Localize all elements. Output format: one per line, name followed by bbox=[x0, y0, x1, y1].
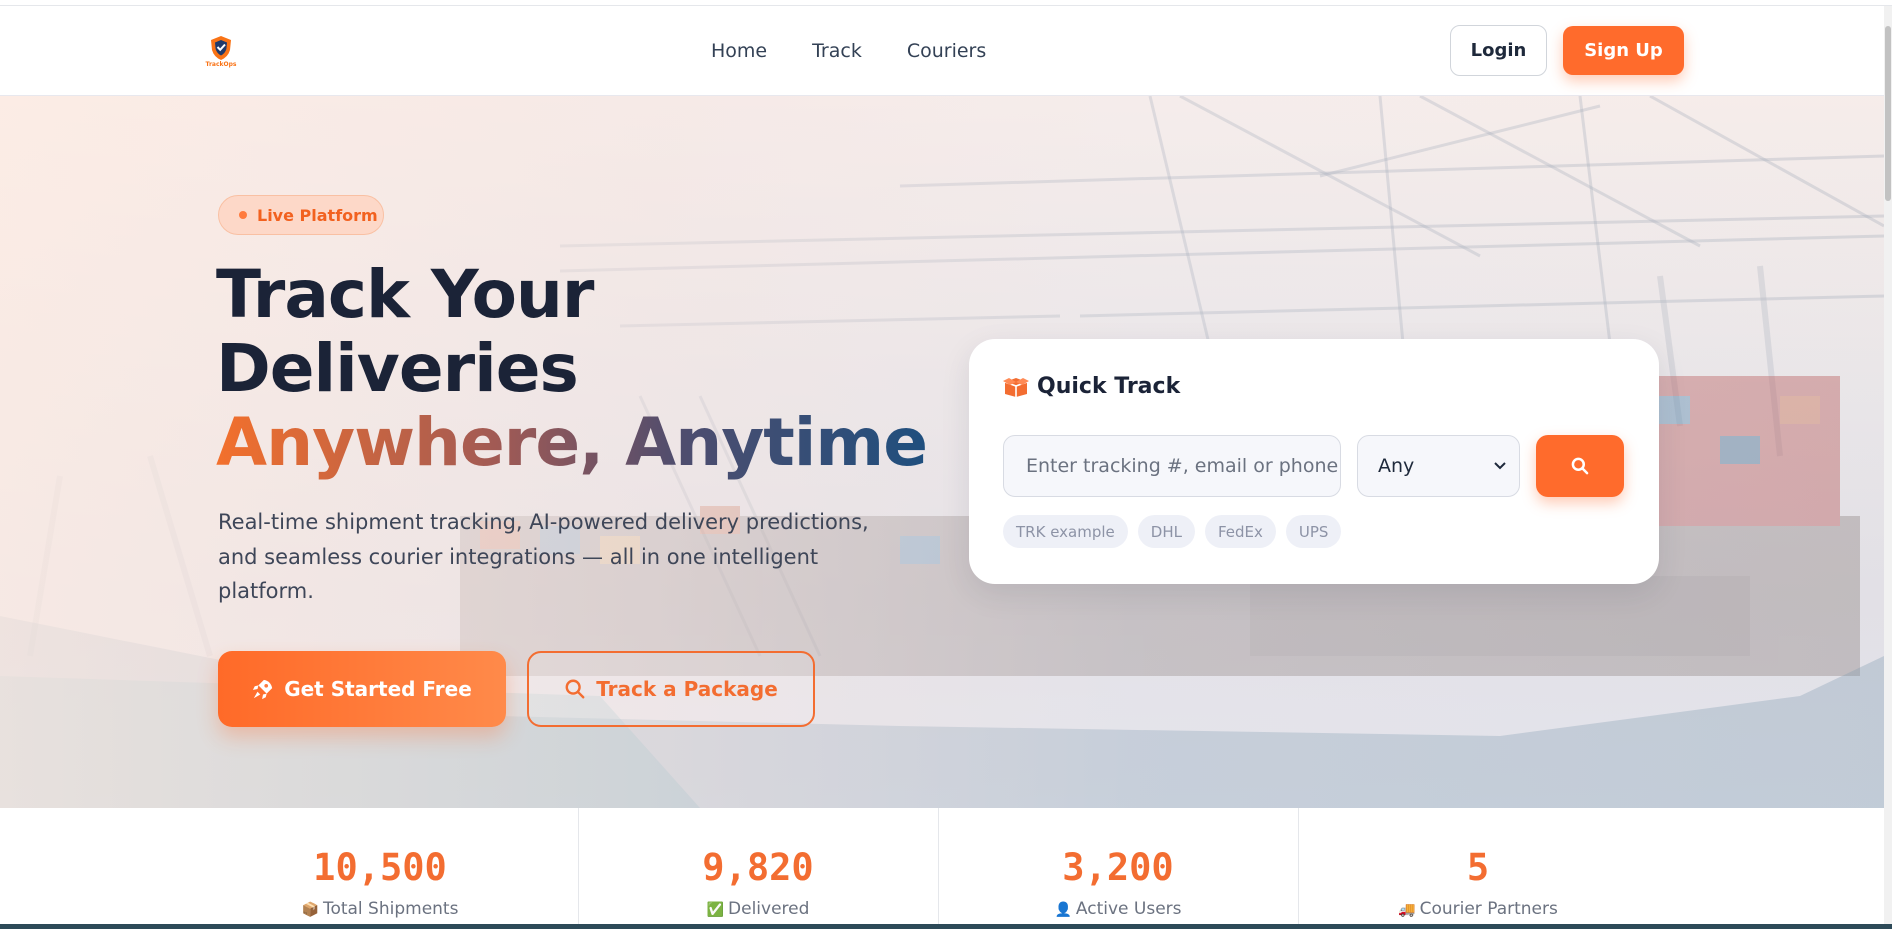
get-started-label: Get Started Free bbox=[284, 677, 472, 701]
stats-divider bbox=[1298, 808, 1299, 929]
stat-delivered: 9,820 ✅ Delivered bbox=[578, 808, 938, 929]
hero-title-line3: Anywhere, Anytime bbox=[216, 404, 928, 481]
stat-label: 👤 Active Users bbox=[938, 899, 1298, 919]
rocket-icon bbox=[253, 679, 273, 700]
user-icon: 👤 bbox=[1054, 902, 1072, 918]
logo-text: TrackOps bbox=[205, 61, 237, 68]
stat-label: ✅ Delivered bbox=[578, 899, 938, 919]
badge-text: Live Platform bbox=[257, 205, 378, 225]
stat-label: 📦 Total Shipments bbox=[180, 899, 580, 919]
track-package-button[interactable]: Track a Package bbox=[527, 651, 815, 727]
quick-track-card: Quick Track Any TRK example DHL FedEx UP… bbox=[969, 339, 1659, 584]
search-icon bbox=[1571, 457, 1589, 475]
nav-link-track[interactable]: Track bbox=[812, 40, 862, 62]
stat-label-text: Total Shipments bbox=[322, 899, 459, 919]
check-icon: ✅ bbox=[706, 902, 725, 918]
stat-courier-partners: 5 🚚 Courier Partners bbox=[1298, 808, 1658, 929]
stat-active-users: 3,200 👤 Active Users bbox=[938, 808, 1298, 929]
get-started-button[interactable]: Get Started Free bbox=[218, 651, 506, 727]
chevron-down-icon bbox=[1494, 462, 1506, 470]
stat-value: 10,500 bbox=[313, 846, 447, 889]
signup-button[interactable]: Sign Up bbox=[1563, 26, 1684, 75]
courier-select-value: Any bbox=[1378, 455, 1415, 477]
stat-value: 3,200 bbox=[1062, 846, 1174, 889]
chip-dhl[interactable]: DHL bbox=[1137, 515, 1195, 548]
stats-bar: 10,500 📦 Total Shipments 9,820 ✅ Delivered… bbox=[0, 808, 1884, 929]
quick-track-header: Quick Track bbox=[1003, 374, 1180, 399]
package-icon bbox=[1003, 377, 1029, 397]
chip-fedex[interactable]: FedEx bbox=[1204, 515, 1276, 548]
chip-ups[interactable]: UPS bbox=[1285, 515, 1342, 548]
truck-icon: 🚚 bbox=[1398, 902, 1416, 918]
stat-value: 9,820 bbox=[702, 846, 814, 889]
example-chips: TRK example DHL FedEx UPS bbox=[1003, 515, 1342, 548]
top-navbar: TrackOps Home Track Couriers Login Sign … bbox=[0, 6, 1884, 96]
window-bottom-edge bbox=[0, 924, 1892, 929]
track-package-label: Track a Package bbox=[596, 677, 778, 701]
live-platform-badge: Live Platform bbox=[218, 195, 384, 235]
trackops-logo[interactable]: TrackOps bbox=[204, 34, 238, 72]
hero-title-line2: Deliveries bbox=[216, 330, 579, 407]
package-icon: 📦 bbox=[301, 902, 319, 918]
hero-title-line1: Track Your bbox=[216, 256, 594, 333]
stat-label-text: Courier Partners bbox=[1419, 899, 1558, 919]
scrollbar-thumb[interactable] bbox=[1885, 26, 1891, 201]
live-dot-icon bbox=[239, 211, 247, 219]
page-scrollbar[interactable] bbox=[1884, 6, 1892, 929]
stat-label-text: Delivered bbox=[728, 899, 810, 919]
quick-track-title: Quick Track bbox=[1037, 374, 1181, 399]
login-button[interactable]: Login bbox=[1450, 25, 1547, 76]
courier-select[interactable]: Any bbox=[1357, 435, 1520, 497]
stats-divider bbox=[938, 808, 939, 929]
hero-title: Track Your Deliveries Anywhere, Anytime bbox=[216, 256, 928, 481]
stats-divider bbox=[578, 808, 579, 929]
main-nav: Home Track Couriers bbox=[711, 40, 1031, 62]
hero-section: Live Platform Track Your Deliveries Anyw… bbox=[0, 96, 1884, 808]
search-icon bbox=[565, 679, 585, 699]
hero-subtitle: Real-time shipment tracking, AI-powered … bbox=[218, 510, 869, 603]
quick-track-search-button[interactable] bbox=[1536, 435, 1624, 497]
stat-label: 🚚 Courier Partners bbox=[1298, 899, 1658, 919]
tracking-search-input[interactable] bbox=[1003, 435, 1341, 497]
nav-link-home[interactable]: Home bbox=[711, 40, 767, 62]
chip-trk-example[interactable]: TRK example bbox=[1003, 515, 1128, 548]
shield-logo-icon bbox=[211, 36, 231, 60]
stat-label-text: Active Users bbox=[1075, 899, 1182, 919]
nav-link-couriers[interactable]: Couriers bbox=[907, 40, 986, 62]
stat-total-shipments: 10,500 📦 Total Shipments bbox=[180, 808, 580, 929]
stat-value: 5 bbox=[1466, 846, 1490, 889]
